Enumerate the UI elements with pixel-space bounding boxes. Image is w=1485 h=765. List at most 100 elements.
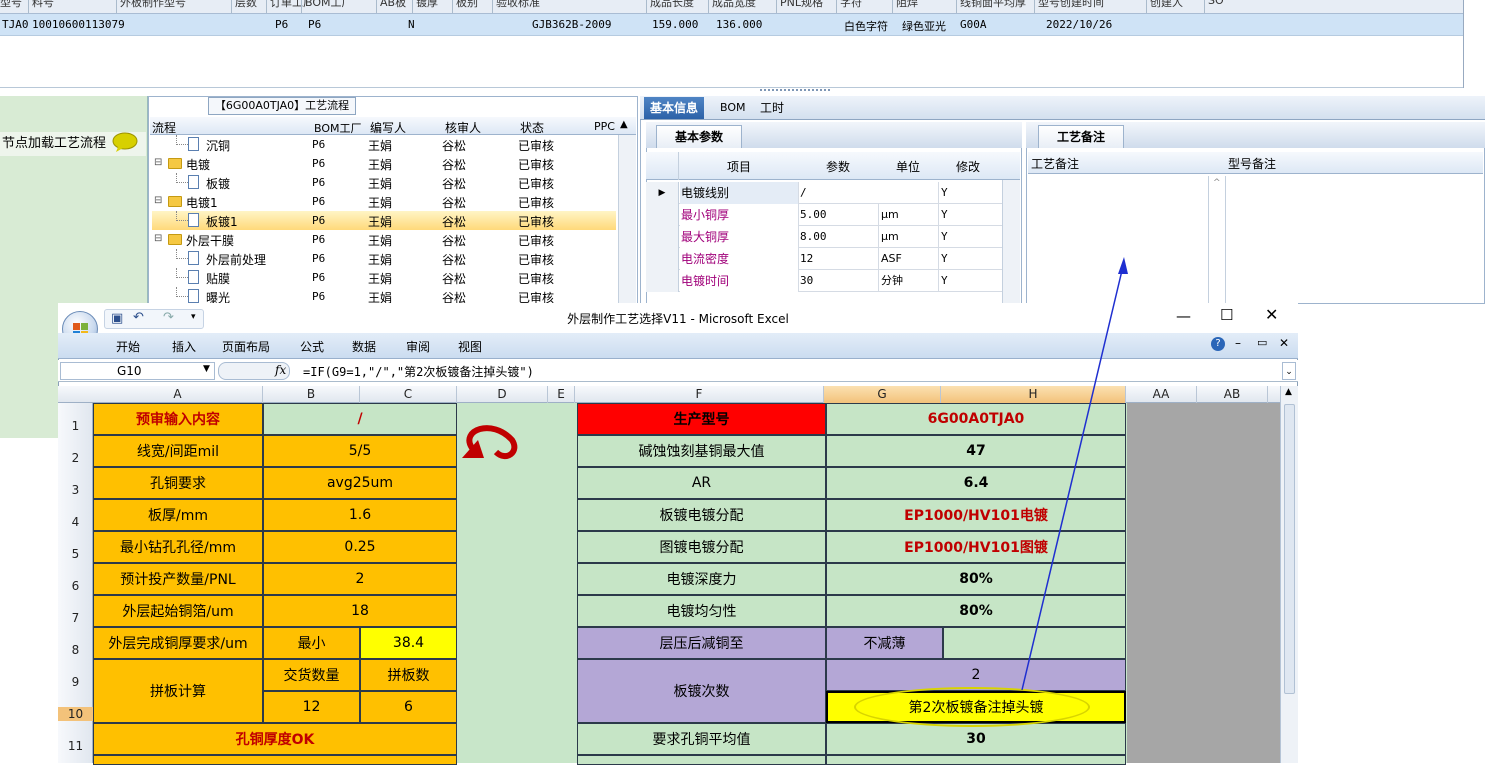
- param-mod[interactable]: Y: [938, 182, 1000, 204]
- collapse-icon[interactable]: ⊟: [154, 233, 162, 244]
- param-value[interactable]: 5.00: [798, 204, 878, 226]
- cell-f[interactable]: 电镀深度力: [577, 563, 826, 595]
- row-selector[interactable]: [646, 204, 679, 226]
- cell-a9[interactable]: 拼板计算: [93, 659, 263, 723]
- row-selector[interactable]: ▶: [646, 182, 679, 204]
- notes-col-model[interactable]: 型号备注: [1228, 155, 1276, 172]
- row-selector[interactable]: [646, 226, 679, 248]
- cell-value[interactable]: avg25um: [263, 467, 457, 499]
- param-col-mod[interactable]: 修改: [938, 158, 998, 175]
- tree-col-flow[interactable]: 流程: [152, 119, 176, 136]
- cell-f[interactable]: 碱蚀蚀刻基铜最大值: [577, 435, 826, 467]
- row-selector[interactable]: [646, 270, 679, 292]
- cell-value[interactable]: 5/5: [263, 435, 457, 467]
- collapse-icon[interactable]: ⊟: [154, 157, 162, 168]
- param-mod[interactable]: Y: [938, 204, 1000, 226]
- ribbon-tab[interactable]: 开始: [116, 338, 140, 355]
- param-value[interactable]: 12: [798, 248, 878, 270]
- col-header[interactable]: B: [263, 386, 360, 403]
- chat-bubble-icon[interactable]: [112, 132, 138, 152]
- cell-g[interactable]: 6.4: [826, 467, 1126, 499]
- param-mod[interactable]: Y: [938, 226, 1000, 248]
- col-header[interactable]: F: [575, 386, 824, 403]
- cell-g[interactable]: EP1000/HV101电镀: [826, 499, 1126, 531]
- cell-f11[interactable]: 要求孔铜平均值: [577, 723, 826, 755]
- ribbon-tab[interactable]: 视图: [458, 338, 482, 355]
- tree-col-status[interactable]: 状态: [520, 119, 544, 136]
- cell-label[interactable]: 最小钻孔孔径/mm: [93, 531, 263, 563]
- param-row[interactable]: 电镀时间 30 分钟 Y: [646, 270, 1002, 292]
- cell-value[interactable]: 1.6: [263, 499, 457, 531]
- col-header[interactable]: C: [360, 386, 457, 403]
- row-header[interactable]: 3: [58, 483, 93, 497]
- col-header[interactable]: E: [548, 386, 575, 403]
- cell-label[interactable]: 预计投产数量/PNL: [93, 563, 263, 595]
- maximize-icon[interactable]: ☐: [1220, 306, 1233, 324]
- ribbon-restore-icon[interactable]: ▭: [1257, 336, 1267, 349]
- help-icon[interactable]: ?: [1211, 337, 1225, 351]
- top-col-header[interactable]: 创建人: [1150, 0, 1183, 10]
- cell-f[interactable]: 图镀电镀分配: [577, 531, 826, 563]
- top-col-header[interactable]: 型号: [0, 0, 22, 10]
- param-mod[interactable]: Y: [938, 270, 1000, 292]
- cell-label[interactable]: 线宽/间距mil: [93, 435, 263, 467]
- top-col-header[interactable]: 板别: [456, 0, 478, 10]
- row-header[interactable]: 9: [58, 675, 93, 689]
- cell-g[interactable]: 80%: [826, 595, 1126, 627]
- col-header[interactable]: D: [457, 386, 548, 403]
- tree-row[interactable]: ⊟ 外层干膜 P6 王娟 谷松 已审核: [152, 230, 616, 249]
- cell-f9[interactable]: 板镀次数: [577, 659, 826, 723]
- cell-label[interactable]: 孔铜要求: [93, 467, 263, 499]
- cell-g11[interactable]: 30: [826, 723, 1126, 755]
- cell-g[interactable]: 47: [826, 435, 1126, 467]
- top-col-header[interactable]: 字符: [840, 0, 862, 10]
- top-col-header[interactable]: 料号: [32, 0, 54, 10]
- top-col-header[interactable]: 型号创建时间: [1038, 0, 1104, 10]
- cell-b1[interactable]: /: [263, 403, 457, 435]
- scroll-thumb[interactable]: [1284, 404, 1295, 694]
- tree-col-writer[interactable]: 编写人: [370, 119, 406, 136]
- col-header[interactable]: A: [93, 386, 263, 403]
- collapse-icon[interactable]: ⊟: [154, 195, 162, 206]
- top-col-header[interactable]: 层数: [235, 0, 257, 10]
- top-col-header[interactable]: 外板制作型号: [120, 0, 186, 10]
- param-row[interactable]: 最小铜厚 5.00 μm Y: [646, 204, 1002, 226]
- sheet-vscroll[interactable]: ▲: [1280, 386, 1298, 763]
- fx-icon[interactable]: fx: [275, 363, 286, 377]
- row-header[interactable]: 1: [58, 419, 93, 433]
- top-col-header[interactable]: BOM工厂: [305, 0, 353, 10]
- formula-text[interactable]: =IF(G9=1,"/","第2次板镀备注掉头镀"): [303, 363, 534, 380]
- col-header[interactable]: AA: [1126, 386, 1197, 403]
- cell-value[interactable]: 18: [263, 595, 457, 627]
- tree-col-bom[interactable]: BOM工厂: [314, 120, 362, 136]
- param-row[interactable]: 最大铜厚 8.00 μm Y: [646, 226, 1002, 248]
- param-mod[interactable]: Y: [938, 248, 1000, 270]
- param-col-unit[interactable]: 单位: [878, 158, 938, 175]
- cell-b9[interactable]: 交货数量: [263, 659, 360, 691]
- top-col-header[interactable]: 成品长度: [650, 0, 694, 10]
- tree-row[interactable]: ⊟ 电镀 P6 王娟 谷松 已审核: [152, 154, 616, 173]
- row-header[interactable]: 4: [58, 515, 93, 529]
- expand-formula-icon[interactable]: ⌄: [1282, 362, 1296, 380]
- tree-col-reviewer[interactable]: 核审人: [445, 119, 481, 136]
- col-header[interactable]: H: [941, 386, 1126, 403]
- cell-label[interactable]: 板厚/mm: [93, 499, 263, 531]
- cell-b10[interactable]: 12: [263, 691, 360, 723]
- cell-f[interactable]: AR: [577, 467, 826, 499]
- param-col-item[interactable]: 项目: [680, 158, 798, 175]
- ribbon-tab[interactable]: 审阅: [406, 338, 430, 355]
- ribbon-close-icon[interactable]: ✕: [1279, 336, 1289, 350]
- row-header[interactable]: 7: [58, 611, 93, 625]
- top-col-header[interactable]: SO: [1208, 0, 1224, 7]
- row-header[interactable]: 5: [58, 547, 93, 561]
- row-header[interactable]: 10: [58, 707, 93, 721]
- cell-f[interactable]: 电镀均匀性: [577, 595, 826, 627]
- tree-row[interactable]: 板镀1 P6 王娟 谷松 已审核: [152, 211, 616, 230]
- cell-f[interactable]: 板镀电镀分配: [577, 499, 826, 531]
- top-col-header[interactable]: 验收标准: [496, 0, 540, 10]
- cell-h8[interactable]: [943, 627, 1126, 659]
- ribbon-tab[interactable]: 插入: [172, 338, 196, 355]
- tab-basic-info[interactable]: 基本信息: [644, 97, 705, 119]
- col-header[interactable]: AB: [1197, 386, 1268, 403]
- top-col-header[interactable]: AB板: [380, 0, 406, 10]
